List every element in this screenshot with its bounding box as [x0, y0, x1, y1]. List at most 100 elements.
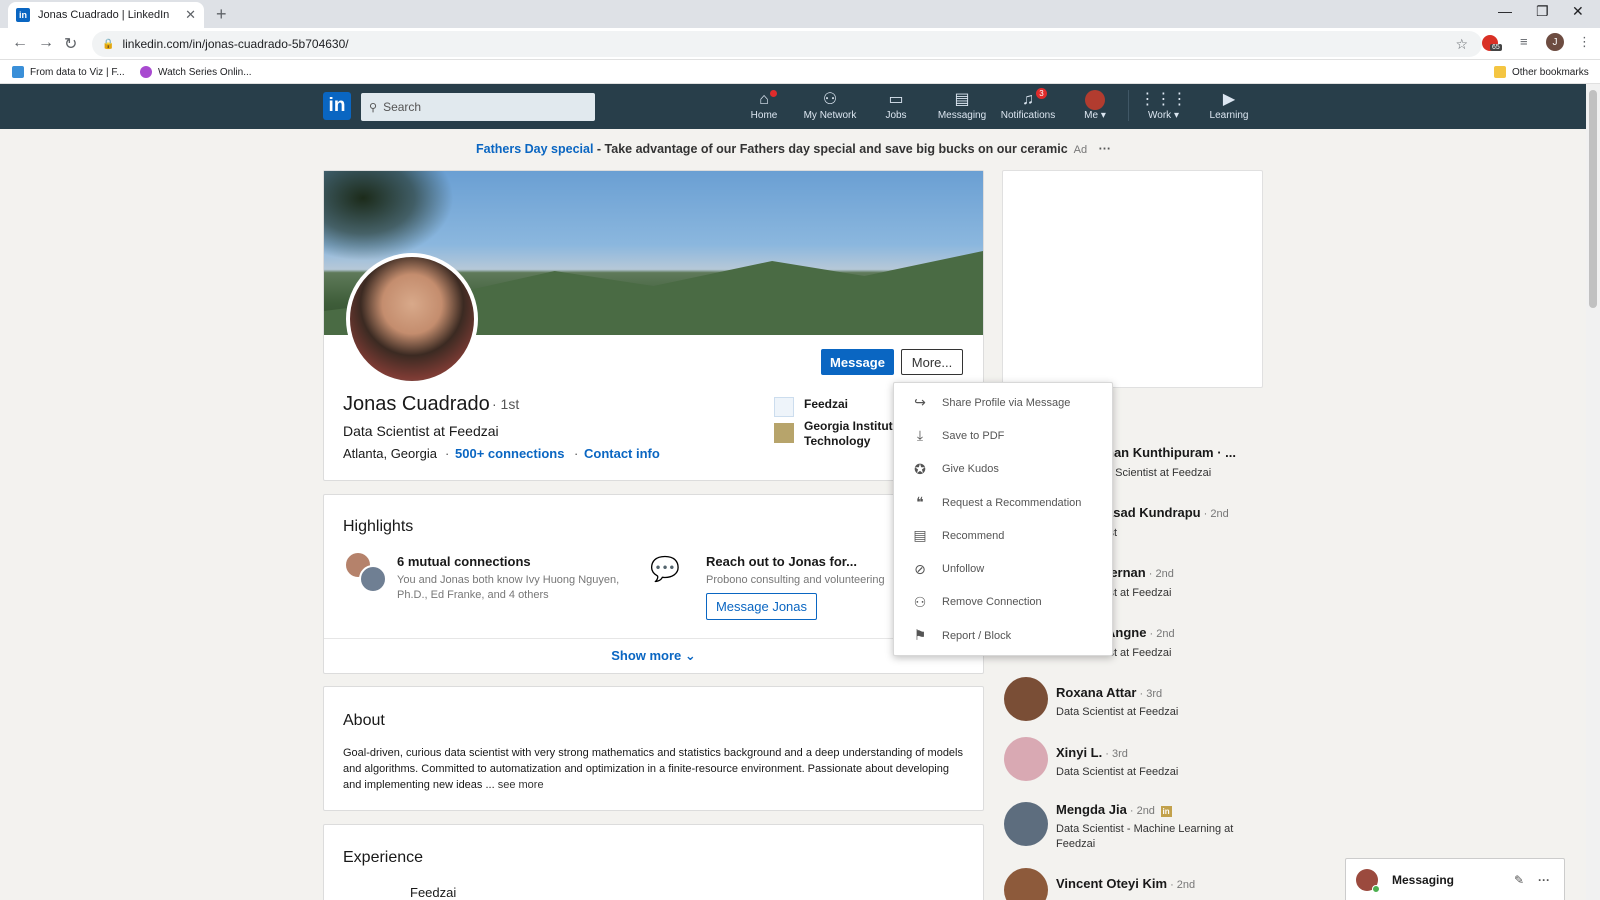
comment-icon: ▤	[913, 527, 927, 544]
chat-icon: ▤	[954, 91, 970, 108]
menu-item-request-recommendation[interactable]: ❝ Request a Recommendation	[894, 486, 1112, 519]
highlights-card: Highlights 6 mutual connections You and …	[323, 494, 984, 674]
new-tab-icon[interactable]: +	[216, 4, 227, 25]
search-icon: ⚲	[369, 101, 378, 114]
georgia-tech-logo	[774, 423, 794, 443]
close-tab-icon[interactable]: ✕	[185, 7, 196, 23]
online-status-icon	[1372, 884, 1380, 893]
connection-degree: · 1st	[492, 396, 520, 412]
play-icon	[140, 66, 152, 78]
bookmark-star-icon[interactable]: ☆	[1455, 36, 1468, 53]
current-company[interactable]: Feedzai	[804, 397, 848, 412]
avatar[interactable]	[1004, 677, 1048, 721]
browser-menu-icon[interactable]: ⋮	[1578, 34, 1591, 50]
remove-user-icon: ⚇	[913, 593, 927, 610]
restore-icon[interactable]: ❐	[1536, 3, 1549, 20]
ad-link[interactable]: Fathers Day special	[476, 142, 593, 156]
folder-icon	[1494, 66, 1506, 78]
ad-tag: Ad	[1073, 144, 1088, 156]
person-name[interactable]: Vincent Oteyi Kim · 2nd	[1056, 876, 1195, 891]
menu-item-recommend[interactable]: ▤ Recommend	[894, 519, 1112, 552]
see-more-link[interactable]: see more	[495, 779, 544, 791]
highlights-title: Highlights	[343, 518, 414, 535]
show-more-button[interactable]: Show more ⌄	[324, 638, 983, 672]
briefcase-icon: ▭	[888, 91, 904, 108]
forward-icon[interactable]: →	[38, 34, 54, 52]
avatar	[1356, 868, 1380, 893]
linkedin-logo[interactable]: in	[323, 92, 351, 120]
contact-info-link[interactable]: Contact info	[584, 446, 660, 461]
search-input[interactable]: ⚲ Search	[361, 93, 595, 121]
close-window-icon[interactable]: ✕	[1572, 3, 1584, 20]
menu-item-remove-connection[interactable]: ⚇ Remove Connection	[894, 586, 1112, 619]
reload-icon[interactable]: ↻	[64, 34, 77, 54]
menu-item-give-kudos[interactable]: ✪ Give Kudos	[894, 453, 1112, 486]
person-name[interactable]: asad Kundrapu · 2nd	[1106, 505, 1229, 520]
compose-icon[interactable]: ✎	[1514, 873, 1524, 887]
person-name[interactable]: Mengda Jia · 2nd in	[1056, 802, 1172, 817]
nav-home[interactable]: ⌂ Home	[729, 90, 799, 121]
url-input[interactable]: 🔒 linkedin.com/in/jonas-cuadrado-5b70463…	[92, 31, 1482, 57]
network-icon: ⚇	[822, 91, 838, 108]
bookmark-item[interactable]: Watch Series Onlin...	[140, 66, 252, 78]
ad-banner[interactable]: Fathers Day special - Take advantage of …	[476, 142, 1111, 156]
about-text: Goal-driven, curious data scientist with…	[343, 747, 963, 791]
ad-more-icon[interactable]: ···	[1099, 142, 1112, 156]
other-bookmarks[interactable]: Other bookmarks	[1494, 66, 1589, 78]
connections-link[interactable]: 500+ connections	[455, 446, 564, 461]
nav-messaging[interactable]: ▤ Messaging	[927, 90, 997, 121]
bookmark-item[interactable]: From data to Viz | F...	[12, 66, 125, 78]
person-role: Data Scientist - Machine Learning at Fee…	[1056, 823, 1234, 850]
nav-me[interactable]: Me ▾	[1060, 90, 1130, 121]
menu-item-unfollow[interactable]: ⊘ Unfollow	[894, 552, 1112, 585]
person-name[interactable]: fernan · 2nd	[1106, 565, 1174, 580]
profile-headline: Data Scientist at Feedzai	[343, 423, 499, 439]
bookmarks-bar: From data to Viz | F... Watch Series Onl…	[0, 60, 1600, 84]
minimize-icon[interactable]: —	[1498, 3, 1512, 19]
back-icon[interactable]: ←	[12, 34, 28, 52]
nav-my-network[interactable]: ⚇ My Network	[795, 90, 865, 121]
avatar[interactable]	[1004, 737, 1048, 781]
menu-item-share-profile[interactable]: ↪ Share Profile via Message	[894, 386, 1112, 419]
more-button[interactable]: More...	[901, 349, 963, 375]
browser-tab[interactable]: in Jonas Cuadrado | LinkedIn ✕	[8, 2, 204, 28]
avatar	[359, 565, 387, 593]
more-actions-dropdown: ↪ Share Profile via Message ⤓ Save to PDF …	[893, 382, 1113, 656]
browser-profile-avatar[interactable]: J	[1546, 33, 1564, 51]
profile-photo[interactable]	[346, 253, 478, 385]
menu-item-save-pdf[interactable]: ⤓ Save to PDF	[894, 419, 1112, 452]
reach-out-sub: Probono consulting and volunteering	[706, 574, 885, 586]
search-placeholder: Search	[383, 100, 422, 114]
media-icon[interactable]: ≡	[1520, 34, 1528, 49]
profile-location: Atlanta, Georgia	[343, 446, 437, 461]
browser-tab-bar: in Jonas Cuadrado | LinkedIn ✕ + — ❐ ✕	[0, 0, 1600, 28]
messaging-bar[interactable]: Messaging ✎ ···	[1345, 858, 1565, 900]
scrollbar-thumb[interactable]	[1589, 90, 1597, 308]
share-icon: ↪	[914, 394, 926, 411]
home-icon: ⌂	[759, 91, 769, 108]
avatar-icon	[1085, 90, 1105, 110]
grid-icon: ⋮⋮⋮	[1139, 91, 1188, 108]
person-name[interactable]: Roxana Attar · 3rd	[1056, 685, 1162, 700]
experience-company[interactable]: Feedzai	[410, 885, 456, 900]
school-line-2[interactable]: Technology	[804, 434, 870, 449]
page-scrollbar[interactable]	[1586, 84, 1600, 900]
nav-notifications[interactable]: ♫ 3 Notifications	[993, 88, 1063, 121]
nav-learning[interactable]: ▶ Learning	[1194, 90, 1264, 121]
more-options-icon[interactable]: ···	[1538, 873, 1550, 887]
person-name[interactable]: Angne · 2nd	[1106, 625, 1175, 640]
school-line-1[interactable]: Georgia Institute	[804, 419, 899, 434]
menu-item-report-block[interactable]: ⚑ Report / Block	[894, 619, 1112, 652]
avatar[interactable]	[1004, 868, 1048, 900]
message-jonas-button[interactable]: Message Jonas	[706, 593, 817, 620]
linkedin-favicon-icon: in	[16, 8, 30, 22]
nav-jobs[interactable]: ▭ Jobs	[861, 90, 931, 121]
address-bar: ← → ↻ 🔒 linkedin.com/in/jonas-cuadrado-5…	[0, 28, 1600, 60]
nav-work[interactable]: ⋮⋮⋮ Work ▾	[1128, 90, 1198, 121]
message-button[interactable]: Message	[821, 349, 894, 375]
person-name[interactable]: han Kunthipuram · ...	[1106, 445, 1236, 460]
avatar[interactable]	[1004, 802, 1048, 846]
award-icon: ✪	[914, 460, 926, 477]
person-name[interactable]: Xinyi L. · 3rd	[1056, 745, 1128, 760]
mutual-connections-title[interactable]: 6 mutual connections	[397, 554, 531, 569]
